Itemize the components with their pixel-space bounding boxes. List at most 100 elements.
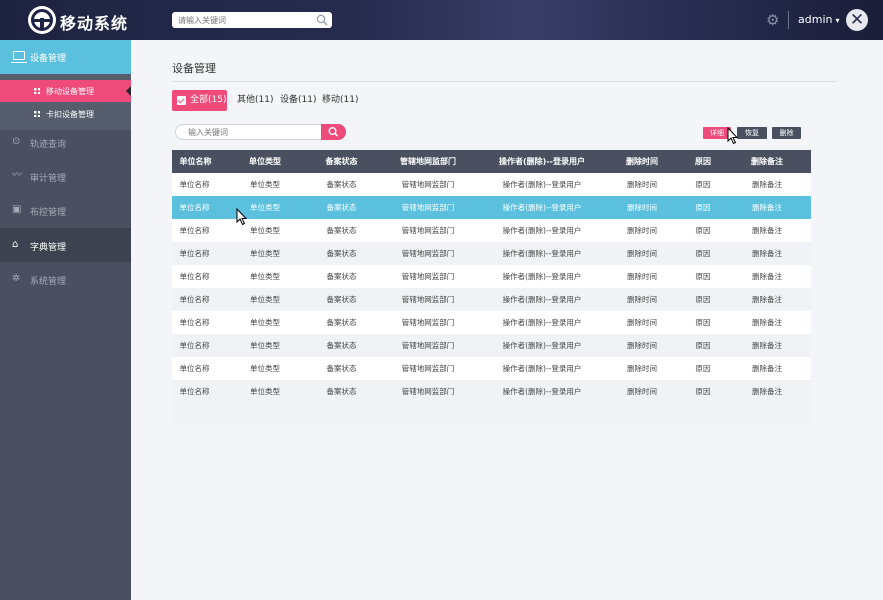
monitor-icon: ▣ xyxy=(12,204,22,215)
table-cell: 管辖地网监部门 xyxy=(401,318,455,327)
table-cell: 删除备注 xyxy=(752,364,782,373)
sidebar-subitem-label: 移动设备管理 xyxy=(46,87,94,96)
sidebar-item-dictionary[interactable]: ⌂ 字典管理 xyxy=(0,228,131,262)
header-search-input[interactable] xyxy=(178,12,308,28)
table-cell: 操作者(删除)--登录用户 xyxy=(502,203,582,212)
column-header[interactable]: 删除备注 xyxy=(737,150,797,173)
table-cell: 原因 xyxy=(695,203,711,212)
table-cell: 备案状态 xyxy=(326,341,357,350)
search-button[interactable] xyxy=(321,124,346,140)
table-cell: 备案状态 xyxy=(326,295,357,304)
table-cell: 原因 xyxy=(695,318,711,327)
sidebar-subitem-mobile-devices[interactable]: 移动设备管理 xyxy=(0,80,131,102)
table-row[interactable]: 单位名称 单位类型 备案状态 管辖地网监部门 操作者(删除)--登录用户 删除时间 原因 删除… xyxy=(172,242,811,265)
table-cell: 单位名称 xyxy=(179,180,210,189)
table-cell: 原因 xyxy=(695,364,711,373)
table-cell: 单位名称 xyxy=(179,226,210,235)
page-title: 设备管理 xyxy=(172,62,216,75)
sidebar-item-device-management[interactable]: 设备管理 xyxy=(0,40,131,74)
table-row[interactable]: 单位名称 单位类型 备案状态 管辖地网监部门 操作者(删除)--登录用户 删除时间 原因 删除… xyxy=(172,173,811,196)
table-cell: 原因 xyxy=(695,387,711,396)
sidebar-item-label: 审计管理 xyxy=(30,174,67,184)
search-icon xyxy=(328,127,339,137)
column-header[interactable]: 管辖地网监部门 xyxy=(385,150,471,173)
header-search[interactable] xyxy=(172,12,332,28)
table-cell: 备案状态 xyxy=(326,272,357,281)
table-cell: 管辖地网监部门 xyxy=(401,341,455,350)
table-cell: 操作者(删除)--登录用户 xyxy=(502,272,582,281)
table-cell: 删除时间 xyxy=(627,249,657,258)
table-cell: 单位名称 xyxy=(179,341,210,350)
table-cell: 单位类型 xyxy=(250,272,280,281)
sidebar-item-label: 布控管理 xyxy=(30,208,67,218)
table-cell: 原因 xyxy=(695,249,711,258)
sidebar-item-track-query[interactable]: ⊙ 轨迹查询 xyxy=(0,125,131,159)
delete-button[interactable]: 删除 xyxy=(772,127,801,139)
table-cell: 操作者(删除)--登录用户 xyxy=(502,318,582,327)
table-cell: 删除时间 xyxy=(627,203,657,212)
table-cell: 原因 xyxy=(695,226,711,235)
table-cell: 删除备注 xyxy=(752,226,782,235)
sidebar-item-system[interactable]: ✲ 系统管理 xyxy=(0,262,131,296)
column-header[interactable]: 原因 xyxy=(681,150,725,173)
table-cell: 删除备注 xyxy=(752,341,782,350)
table-cell: 单位类型 xyxy=(250,387,280,396)
tab-all[interactable]: 全部(15) xyxy=(172,90,227,111)
column-header[interactable]: 删除时间 xyxy=(612,150,672,173)
table-header: 单位名称 单位类型 备案状态 管辖地网监部门 操作者(删除)--登录用户 删除时… xyxy=(172,150,811,173)
restore-button[interactable]: 恢复 xyxy=(737,127,767,139)
table-cell: 原因 xyxy=(695,341,711,350)
sidebar-item-label: 设备管理 xyxy=(30,54,67,64)
table-cell: 操作者(删除)--登录用户 xyxy=(502,226,582,235)
tab-device[interactable]: 设备(11) xyxy=(280,90,316,111)
grid-icon xyxy=(34,111,40,117)
close-icon[interactable]: ✕ xyxy=(846,9,868,31)
table-search[interactable] xyxy=(175,124,346,140)
table-cell: 删除备注 xyxy=(752,180,782,189)
tab-label: 全部(15) xyxy=(190,95,227,105)
data-table: 单位名称 单位类型 备案状态 管辖地网监部门 操作者(删除)--登录用户 删除时… xyxy=(172,150,811,424)
table-cell: 备案状态 xyxy=(326,387,357,396)
table-cell: 删除备注 xyxy=(752,272,782,281)
table-row[interactable]: 单位名称 单位类型 备案状态 管辖地网监部门 操作者(删除)--登录用户 删除时间 原因 删除… xyxy=(172,219,811,242)
table-cell: 删除时间 xyxy=(627,180,657,189)
table-cell: 删除备注 xyxy=(752,295,782,304)
table-row[interactable]: 单位名称 单位类型 备案状态 管辖地网监部门 操作者(删除)--登录用户 删除时间 原因 删除… xyxy=(172,196,811,219)
column-header[interactable]: 单位类型 xyxy=(235,150,295,173)
title-divider xyxy=(172,81,837,82)
sidebar-subitem-checkpoint-devices[interactable]: 卡扣设备管理 xyxy=(0,103,131,125)
gear-icon[interactable]: ⚙ xyxy=(766,12,782,28)
sidebar-submenu: 移动设备管理 卡扣设备管理 xyxy=(0,74,131,130)
table-row[interactable]: 单位名称 单位类型 备案状态 管辖地网监部门 操作者(删除)--登录用户 删除时间 原因 删除… xyxy=(172,288,811,311)
sidebar-item-surveillance[interactable]: ▣ 布控管理 xyxy=(0,193,131,227)
table-search-input[interactable] xyxy=(188,126,318,138)
search-icon[interactable] xyxy=(316,14,328,26)
sidebar-item-label: 轨迹查询 xyxy=(30,140,67,150)
table-row[interactable]: 单位名称 单位类型 备案状态 管辖地网监部门 操作者(删除)--登录用户 删除时间 原因 删除… xyxy=(172,380,811,403)
table-cell: 单位类型 xyxy=(250,180,280,189)
column-header[interactable]: 单位名称 xyxy=(172,150,219,173)
column-header[interactable]: 备案状态 xyxy=(315,150,368,173)
table-cell: 单位名称 xyxy=(179,203,210,212)
table-footer xyxy=(172,403,811,424)
sidebar-item-audit[interactable]: 〰 审计管理 xyxy=(0,159,131,193)
table-row[interactable]: 单位名称 单位类型 备案状态 管辖地网监部门 操作者(删除)--登录用户 删除时间 原因 删除… xyxy=(172,265,811,288)
tab-mobile[interactable]: 移动(11) xyxy=(322,90,358,111)
table-row[interactable]: 单位名称 单位类型 备案状态 管辖地网监部门 操作者(删除)--登录用户 删除时间 原因 删除… xyxy=(172,311,811,334)
table-cell: 单位类型 xyxy=(250,318,280,327)
user-menu[interactable]: admin ▾ xyxy=(798,13,839,26)
column-header[interactable]: 操作者(删除)--登录用户 xyxy=(487,150,597,173)
table-row[interactable]: 单位名称 单位类型 备案状态 管辖地网监部门 操作者(删除)--登录用户 删除时间 原因 删除… xyxy=(172,357,811,380)
tab-other[interactable]: 其他(11) xyxy=(237,90,273,111)
table-cell: 删除时间 xyxy=(627,226,657,235)
table-cell: 操作者(删除)--登录用户 xyxy=(502,295,582,304)
table-row[interactable]: 单位名称 单位类型 备案状态 管辖地网监部门 操作者(删除)--登录用户 删除时间 原因 删除… xyxy=(172,334,811,357)
table-cell: 删除时间 xyxy=(627,341,657,350)
table-cell: 备案状态 xyxy=(326,180,357,189)
laptop-icon xyxy=(11,51,27,63)
cursor-icon xyxy=(236,208,248,226)
table-cell: 管辖地网监部门 xyxy=(401,364,455,373)
table-cell: 单位类型 xyxy=(250,341,280,350)
chevron-down-icon: ▾ xyxy=(835,16,840,25)
table-cell: 删除备注 xyxy=(752,387,782,396)
